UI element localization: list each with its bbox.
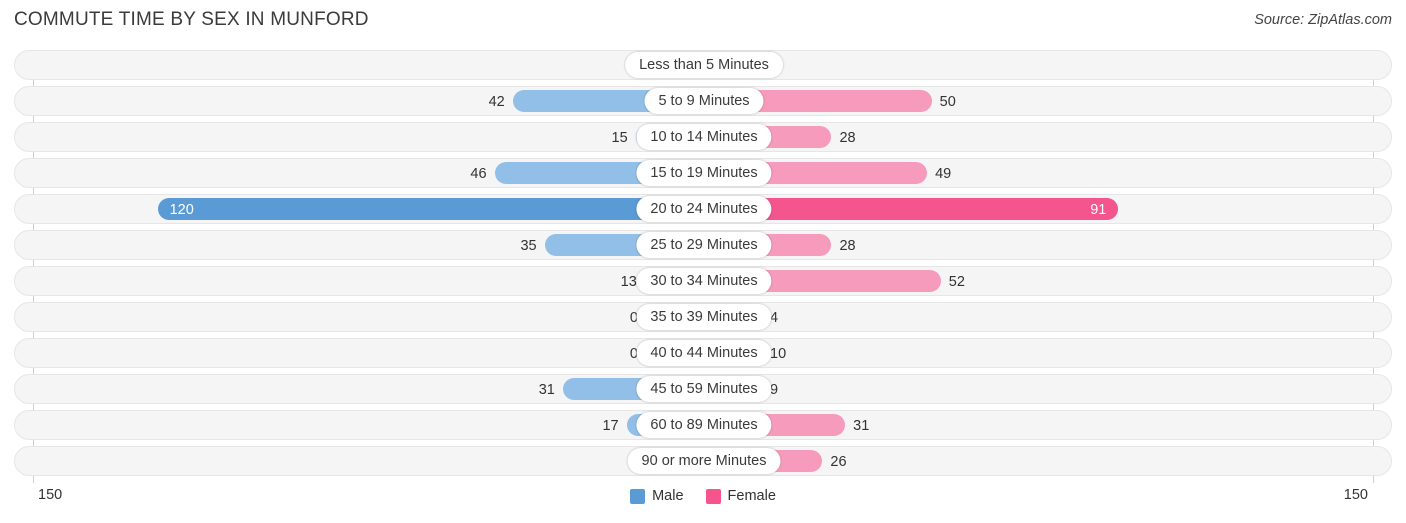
value-label-female: 50 — [939, 94, 956, 110]
legend-item-female[interactable]: Female — [705, 488, 776, 504]
chart-row[interactable]: 0 4 35 to 39 Minutes — [14, 302, 1392, 332]
category-label-pill[interactable]: 25 to 29 Minutes — [636, 232, 772, 258]
value-label-male: 0 — [629, 346, 638, 362]
category-label-pill[interactable]: 40 to 44 Minutes — [636, 340, 772, 366]
category-label-pill[interactable]: 60 to 89 Minutes — [636, 412, 772, 438]
category-label-pill[interactable]: 45 to 59 Minutes — [636, 376, 772, 402]
value-label-female: 31 — [853, 418, 870, 434]
category-label-pill[interactable]: 10 to 14 Minutes — [636, 124, 772, 150]
category-label-pill[interactable]: 5 to 9 Minutes — [644, 88, 764, 114]
value-label-male: 15 — [611, 130, 628, 146]
category-label-pill[interactable]: 90 or more Minutes — [627, 448, 781, 474]
legend-label-male: Male — [652, 488, 684, 504]
chart-legend: Male Female — [0, 488, 1406, 504]
legend-label-female: Female — [727, 488, 776, 504]
chart-page: COMMUTE TIME BY SEX IN MUNFORD Source: Z… — [0, 0, 1406, 523]
value-label-female: 91 — [1090, 202, 1107, 218]
category-label-pill[interactable]: 20 to 24 Minutes — [636, 196, 772, 222]
chart-row[interactable]: 31 9 45 to 59 Minutes — [14, 374, 1392, 404]
chart-row[interactable]: 120 91 20 to 24 Minutes — [14, 194, 1392, 224]
value-label-female: 10 — [770, 346, 787, 362]
value-label-male: 120 — [169, 202, 194, 218]
value-label-male: 42 — [488, 94, 505, 110]
chart-row[interactable]: 60Less than 5 Minutes — [14, 50, 1392, 80]
value-label-male: 31 — [538, 382, 555, 398]
category-label-pill[interactable]: 30 to 34 Minutes — [636, 268, 772, 294]
chart-row[interactable]: 15 28 10 to 14 Minutes — [14, 122, 1392, 152]
bar-male — [157, 198, 704, 220]
value-label-female: 26 — [830, 454, 847, 470]
chart-row[interactable]: 35 28 25 to 29 Minutes — [14, 230, 1392, 260]
chart-row[interactable]: 0 10 40 to 44 Minutes — [14, 338, 1392, 368]
value-label-male: 35 — [520, 238, 537, 254]
value-label-female: 49 — [935, 166, 952, 182]
source-attribution: Source: ZipAtlas.com — [1254, 12, 1392, 28]
chart-footer: 150 150 Male Female — [0, 483, 1406, 523]
chart-row[interactable]: 13 52 30 to 34 Minutes — [14, 266, 1392, 296]
chart-row[interactable]: 42 50 5 to 9 Minutes — [14, 86, 1392, 116]
value-label-male: 13 — [620, 274, 637, 290]
page-title: COMMUTE TIME BY SEX IN MUNFORD — [14, 9, 369, 30]
value-label-female: 52 — [948, 274, 965, 290]
value-label-male: 0 — [629, 310, 638, 326]
legend-swatch-male-icon — [630, 488, 646, 504]
category-label-pill[interactable]: 35 to 39 Minutes — [636, 304, 772, 330]
value-label-male: 17 — [602, 418, 619, 434]
category-label-pill[interactable]: 15 to 19 Minutes — [636, 160, 772, 186]
chart-rows: 60Less than 5 Minutes 42 50 5 to 9 Minutes 1… — [0, 50, 1406, 482]
chart-row[interactable]: 02690 or more Minutes — [14, 446, 1392, 476]
chart-row[interactable]: 46 49 15 to 19 Minutes — [14, 158, 1392, 188]
legend-item-male[interactable]: Male — [630, 488, 684, 504]
chart-header: COMMUTE TIME BY SEX IN MUNFORD Source: Z… — [0, 0, 1406, 42]
legend-swatch-female-icon — [705, 488, 721, 504]
value-label-female: 9 — [770, 382, 779, 398]
value-label-male: 46 — [470, 166, 487, 182]
chart-plot-area: 60Less than 5 Minutes 42 50 5 to 9 Minutes 1… — [0, 50, 1406, 483]
value-label-female: 28 — [839, 238, 856, 254]
chart-row[interactable]: 17 31 60 to 89 Minutes — [14, 410, 1392, 440]
value-label-female: 28 — [839, 130, 856, 146]
category-label-pill[interactable]: Less than 5 Minutes — [625, 52, 783, 78]
value-label-female: 4 — [770, 310, 779, 326]
